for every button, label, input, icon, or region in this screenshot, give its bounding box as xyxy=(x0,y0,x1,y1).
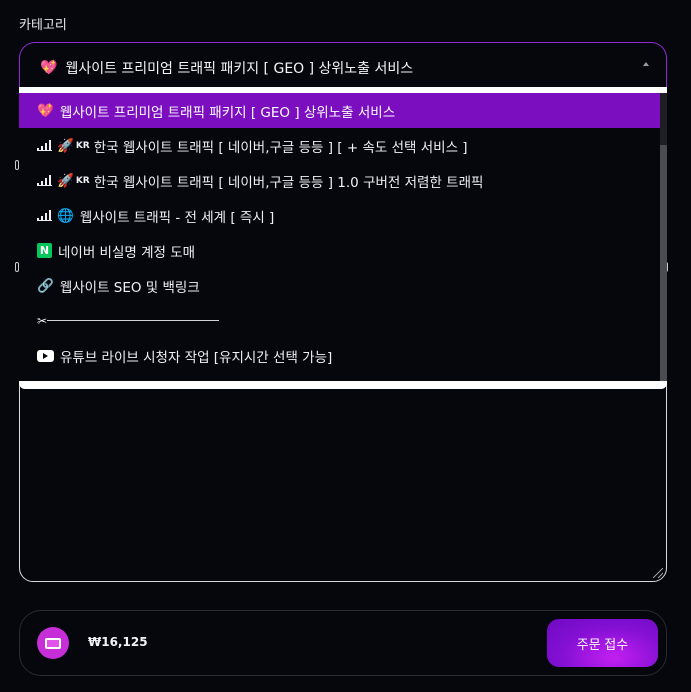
signal-bars-icon xyxy=(37,140,52,151)
heart-sparkle-icon: 💖 xyxy=(37,102,54,119)
option-label: 웹사이트 SEO 및 백링크 xyxy=(59,279,200,296)
dropdown-option[interactable]: 🚀 KR 한국 웹사이트 트래픽 [ 네이버,구글 등등 ] 1.0 구버전 저… xyxy=(19,163,660,198)
kr-flag-icon: KR xyxy=(75,140,90,151)
category-label: 카테고리 xyxy=(19,18,67,33)
divider-line xyxy=(47,320,220,321)
submit-order-button[interactable]: 주문 접수 xyxy=(547,619,658,667)
dropdown-option[interactable]: N 네이버 비실명 계정 도매 xyxy=(19,233,660,268)
wallet-icon xyxy=(37,627,69,659)
dropdown-scrollbar-thumb[interactable] xyxy=(660,145,667,381)
option-label: 유튜브 라이브 시청자 작업 [유지시간 선택 가능] xyxy=(60,349,333,366)
heart-sparkle-icon: 💖 xyxy=(40,59,58,76)
option-label: 한국 웹사이트 트래픽 [ 네이버,구글 등등 ] [ + 속도 선택 서비스 … xyxy=(93,139,468,156)
option-label: 한국 웹사이트 트래픽 [ 네이버,구글 등등 ] 1.0 구버전 저렴한 트래… xyxy=(93,174,484,191)
rocket-icon: 🚀 xyxy=(57,172,74,189)
signal-bars-icon xyxy=(37,175,52,186)
naver-n-icon: N xyxy=(37,243,52,258)
option-label: 네이버 비실명 계정 도매 xyxy=(58,244,196,261)
globe-icon: 🌐 xyxy=(57,207,74,224)
category-select-value: 웹사이트 프리미엄 트래픽 패키지 [ GEO ] 상위노출 서비스 xyxy=(65,60,414,77)
dropdown-option[interactable]: 유튜브 라이브 시청자 작업 [유지시간 선택 가능] xyxy=(19,338,660,373)
link-icon: 🔗 xyxy=(37,277,54,294)
signal-bars-icon xyxy=(37,210,52,221)
scissors-icon: ✂ xyxy=(37,313,48,328)
kr-flag-icon: KR xyxy=(75,175,90,186)
option-label: 웹사이트 프리미엄 트래픽 패키지 [ GEO ] 상위노출 서비스 xyxy=(59,104,396,121)
category-dropdown: 💖 웹사이트 프리미엄 트래픽 패키지 [ GEO ] 상위노출 서비스 🚀 K… xyxy=(19,87,667,389)
dropdown-list: 💖 웹사이트 프리미엄 트래픽 패키지 [ GEO ] 상위노출 서비스 🚀 K… xyxy=(19,93,660,381)
dropdown-option[interactable]: 🚀 KR 한국 웹사이트 트래픽 [ 네이버,구글 등등 ] [ + 속도 선택… xyxy=(19,128,660,163)
category-select[interactable]: 💖 웹사이트 프리미엄 트래픽 패키지 [ GEO ] 상위노출 서비스 xyxy=(19,42,667,92)
option-label: 웹사이트 트래픽 - 전 세계 [ 즉시 ] xyxy=(79,209,275,226)
dropdown-option[interactable]: 🔗 웹사이트 SEO 및 백링크 xyxy=(19,268,660,303)
rocket-icon: 🚀 xyxy=(57,137,74,154)
dropdown-option-divider[interactable]: ✂ xyxy=(19,303,660,338)
caret-up-icon xyxy=(643,62,649,66)
dropdown-option[interactable]: 💖 웹사이트 프리미엄 트래픽 패키지 [ GEO ] 상위노출 서비스 xyxy=(19,93,660,128)
order-price: ₩16,125 xyxy=(88,635,148,649)
dropdown-option[interactable]: 🌐 웹사이트 트래픽 - 전 세계 [ 즉시 ] xyxy=(19,198,660,233)
resize-grip-icon[interactable] xyxy=(653,568,663,578)
order-bar: ₩16,125 주문 접수 xyxy=(19,610,667,676)
youtube-icon xyxy=(37,349,54,362)
